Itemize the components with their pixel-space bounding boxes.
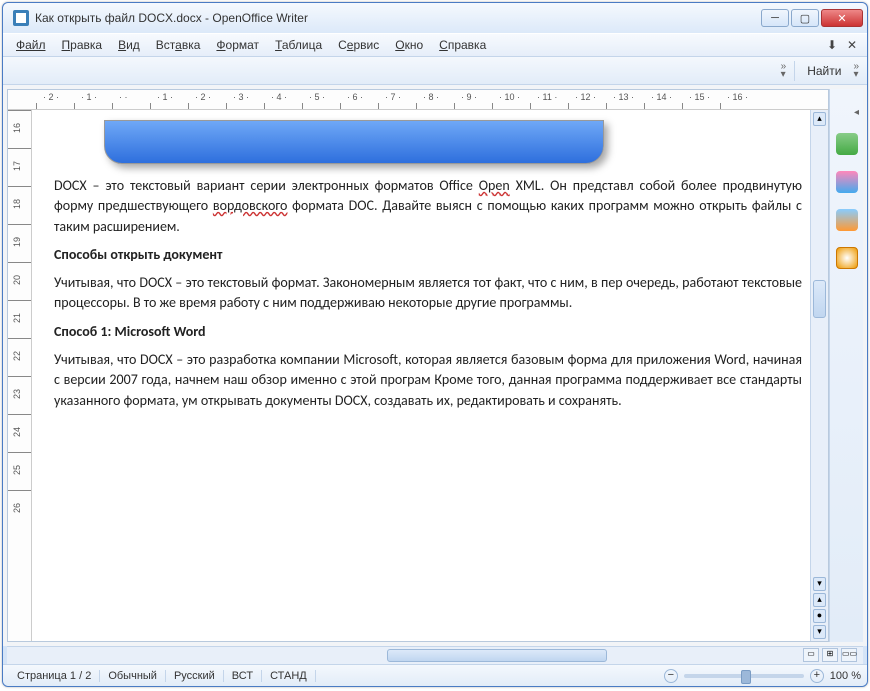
app-icon [13,10,29,26]
menu-tools[interactable]: Сервис [331,35,386,55]
status-lang[interactable]: Русский [166,670,224,682]
view-book-icon[interactable]: ▭▭ [841,648,857,662]
close-button[interactable]: ✕ [821,9,863,27]
paragraph[interactable]: Учитывая, что DOCX – это разработка комп… [54,350,802,411]
navigator-icon[interactable] [836,209,858,231]
status-mode[interactable]: СТАНД [262,670,316,682]
styles-icon[interactable] [836,171,858,193]
sidebar-chevron-icon[interactable]: ◂ [854,109,859,117]
sidebar: ◂ [829,89,863,642]
separator [794,61,795,81]
menubar: Файл Правка Вид Вставка Формат Таблица С… [3,33,867,57]
close-doc-icon[interactable]: ✕ [843,36,861,54]
prev-page-button[interactable]: ▴ [813,593,826,607]
nav-button[interactable]: ● [813,609,826,623]
window-title: Как открыть файл DOCX.docx - OpenOffice … [35,11,761,25]
scroll-thumb[interactable] [813,280,826,318]
workspace: · 2 ·· 1 ·· ·· 1 ·· 2 ·· 3 ·· 4 ·· 5 ·· … [3,85,867,646]
spellcheck-word: Open [479,177,510,194]
document-page[interactable]: DOCX – это текстовый вариант серии элект… [32,110,810,641]
menu-format[interactable]: Формат [209,35,266,55]
menu-help[interactable]: Справка [432,35,493,55]
find-overflow-icon[interactable]: »▾ [853,63,859,79]
maximize-button[interactable]: ▢ [791,9,819,27]
menu-insert[interactable]: Вставка [149,35,208,55]
status-style[interactable]: Обычный [100,670,166,682]
status-insert[interactable]: ВСТ [224,670,262,682]
zoom-slider[interactable] [684,674,804,678]
spellcheck-word: вордовского [213,197,288,214]
status-page[interactable]: Страница 1 / 2 [9,670,100,682]
horizontal-ruler[interactable]: · 2 ·· 1 ·· ·· 1 ·· 2 ·· 3 ·· 4 ·· 5 ·· … [8,90,828,110]
next-page-button[interactable]: ▾ [813,625,826,639]
toolbar-overflow-icon[interactable]: »▾ [781,63,787,79]
app-window: Как открыть файл DOCX.docx - OpenOffice … [2,2,868,687]
menu-window[interactable]: Окно [388,35,430,55]
gallery-icon[interactable] [836,133,858,155]
update-icon[interactable]: ⬇ [823,36,841,54]
statusbar: Страница 1 / 2 Обычный Русский ВСТ СТАНД… [3,664,867,686]
find-label[interactable]: Найти [803,64,845,78]
scroll-down-button[interactable]: ▾ [813,577,826,591]
menu-table[interactable]: Таблица [268,35,329,55]
zoom-out-button[interactable]: − [664,669,678,683]
zoom-value[interactable]: 100 % [830,670,861,682]
embedded-image[interactable] [104,120,604,164]
heading[interactable]: Способ 1: Microsoft Word [54,322,802,342]
scroll-up-button[interactable]: ▴ [813,112,826,126]
compass-icon[interactable] [836,247,858,269]
minimize-button[interactable]: ─ [761,9,789,27]
zoom-control: − + 100 % [664,669,861,683]
vertical-scrollbar[interactable]: ▴ ▾ ▴ ● ▾ [810,110,828,641]
menu-edit[interactable]: Правка [55,35,110,55]
toolbar: »▾ Найти »▾ [3,57,867,85]
menu-view[interactable]: Вид [111,35,147,55]
paragraph[interactable]: DOCX – это текстовый вариант серии элект… [54,176,802,237]
view-single-icon[interactable]: ▭ [803,648,819,662]
hscroll-thumb[interactable] [387,649,607,662]
heading[interactable]: Способы открыть документ [54,245,802,265]
view-multi-icon[interactable]: ⊞ [822,648,838,662]
paragraph[interactable]: Учитывая, что DOCX – это текстовый форма… [54,273,802,314]
zoom-in-button[interactable]: + [810,669,824,683]
horizontal-scrollbar[interactable]: ▭ ⊞ ▭▭ [7,646,863,664]
vertical-ruler[interactable]: 1617181920212223242526 [8,110,32,641]
menu-file[interactable]: Файл [9,35,53,55]
edit-area: · 2 ·· 1 ·· ·· 1 ·· 2 ·· 3 ·· 4 ·· 5 ·· … [7,89,829,642]
titlebar[interactable]: Как открыть файл DOCX.docx - OpenOffice … [3,3,867,33]
